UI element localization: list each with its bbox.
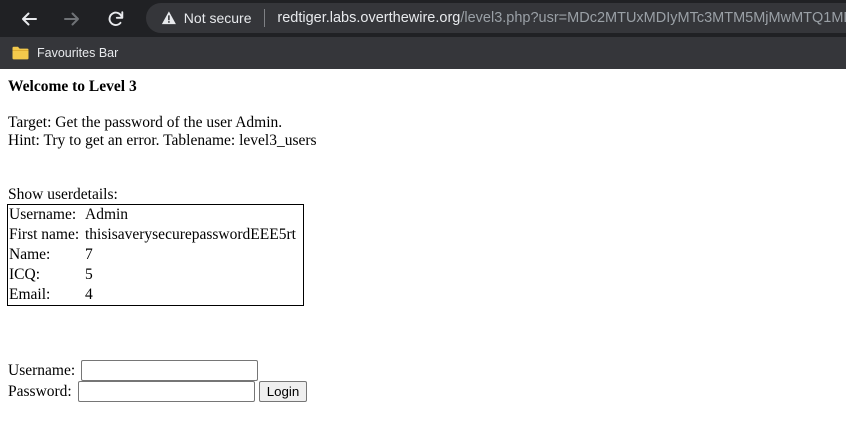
back-button[interactable] (12, 2, 46, 36)
userdetails-table: Username: Admin First name: thisisaverys… (7, 204, 304, 306)
detail-value-icq: 5 (85, 266, 93, 283)
target-text: Target: Get the password of the user Adm… (8, 114, 283, 131)
warning-triangle-icon[interactable] (161, 9, 177, 27)
detail-label-username: Username: (9, 206, 77, 223)
password-label: Password: (8, 383, 72, 400)
detail-value-name: 7 (85, 246, 93, 263)
page-title: Welcome to Level 3 (8, 78, 137, 95)
hint-text: Hint: Try to get an error. Tablename: le… (8, 132, 317, 149)
folder-icon (12, 46, 29, 60)
url-host[interactable]: redtiger.labs.overthewire.org (277, 10, 460, 26)
detail-label-first-name: First name: (9, 226, 80, 243)
username-input[interactable] (81, 360, 258, 381)
arrow-left-icon (22, 12, 37, 26)
favourites-label: Favourites Bar (37, 46, 119, 60)
security-status[interactable]: Not secure (184, 10, 252, 26)
browser-toolbar: Not secure redtiger.labs.overthewire.org… (0, 0, 846, 37)
login-button[interactable]: Login (259, 381, 307, 402)
show-userdetails-label: Show userdetails: (8, 186, 118, 203)
reload-button[interactable] (99, 2, 133, 36)
reload-icon (108, 11, 124, 26)
detail-value-first-name: thisisaverysecurepasswordEEE5rt (85, 226, 296, 243)
detail-value-email: 4 (85, 286, 93, 303)
favourites-bar: Favourites Bar (0, 37, 846, 69)
url-path[interactable]: /level3.php?usr=MDc2MTUxMDIyMTc3MTM5MjMw… (460, 10, 846, 26)
detail-value-username: Admin (85, 206, 129, 223)
detail-label-icq: ICQ: (9, 266, 40, 283)
password-input[interactable] (78, 381, 255, 402)
favourites-folder[interactable]: Favourites Bar (12, 41, 118, 65)
address-bar[interactable]: Not secure redtiger.labs.overthewire.org… (146, 3, 846, 33)
detail-label-email: Email: (9, 286, 51, 303)
page-content: Welcome to Level 3 Target: Get the passw… (0, 69, 846, 439)
detail-label-name: Name: (9, 246, 51, 263)
forward-button[interactable] (55, 2, 89, 36)
omnibox-divider (263, 9, 265, 27)
username-label: Username: (8, 362, 76, 379)
arrow-right-icon (64, 12, 79, 26)
